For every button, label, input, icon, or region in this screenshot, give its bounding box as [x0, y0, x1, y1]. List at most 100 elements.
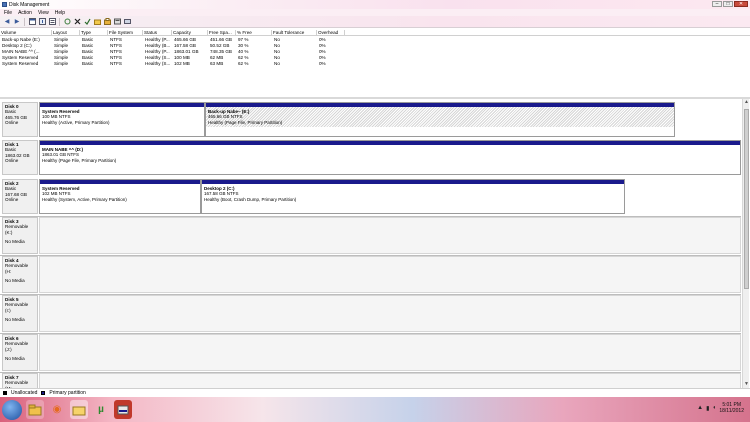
maximize-button[interactable]: □ [723, 1, 733, 7]
volume-free-space: 63 MB [210, 61, 224, 66]
disk-area-1: MAIN NABE ^^ (D:) 1863.01 GB NTFS Health… [39, 140, 741, 175]
disk-info-6[interactable]: Disk 6 Removable (J:) No Media [2, 334, 38, 371]
legend-primary-partition: Primary partition [49, 389, 86, 396]
scrollbar-thumb[interactable] [744, 109, 749, 289]
partition-system-reserved[interactable]: System Reserved 100 MB NTFS Healthy (Act… [39, 102, 205, 137]
disk-info-0[interactable]: Disk 0 Basic 465.76 GB Online [2, 102, 38, 137]
volume-capacity: 102 MB [174, 61, 190, 66]
legend-bar: Unallocated Primary partition [0, 388, 750, 396]
scroll-down-arrow-icon[interactable]: ▼ [743, 381, 750, 388]
network-icon[interactable]: ▮ [706, 405, 709, 412]
firefox-icon[interactable]: ◉ [48, 400, 66, 419]
utorrent-icon[interactable]: µ [92, 400, 110, 419]
menu-view[interactable]: View [38, 10, 49, 16]
disk-area-5 [39, 295, 741, 332]
disk-info-1[interactable]: Disk 1 Basic 1863.02 GB Online [2, 140, 38, 175]
column-header-overhead[interactable]: Overhead [317, 30, 345, 36]
disk-status: Online [5, 120, 19, 126]
folder-icon[interactable] [70, 400, 88, 419]
partition-status: Healthy (Active, Primary Partition) [42, 119, 110, 125]
check-icon[interactable] [83, 18, 91, 26]
scroll-up-arrow-icon[interactable]: ▲ [743, 99, 750, 106]
disk-type: Removable (K:) [5, 224, 29, 235]
column-header-layout[interactable]: Layout [52, 30, 80, 36]
disk-type: Removable (I:) [5, 302, 29, 313]
open-folder-icon[interactable] [93, 18, 101, 26]
start-button[interactable] [2, 399, 22, 420]
volume-type: Basic [82, 61, 94, 66]
disk-status: Online [5, 158, 19, 164]
forward-arrow-icon[interactable]: ▶ [13, 18, 21, 26]
disk-area-4 [39, 256, 741, 293]
taskbar: ◉ µ ▲ ▮ ◖ 5:01 PM 18/11/2012 [0, 397, 750, 422]
volume-row[interactable]: System Reserved Simple Basic NTFS Health… [0, 61, 750, 67]
volume-file-system: NTFS [110, 61, 122, 66]
console-icon[interactable] [28, 18, 36, 26]
column-header-capacity[interactable]: Capacity [172, 30, 208, 36]
disk-management-icon[interactable] [114, 400, 132, 419]
taskbar-clock[interactable]: 5:01 PM 18/11/2012 [719, 402, 744, 414]
disk-graphical-pane: Disk 0 Basic 465.76 GB Online System Res… [0, 99, 750, 388]
menu-bar: File Action View Help [0, 9, 750, 16]
partition-desktop-2[interactable]: Desktop 2 (C:) 167.58 GB NTFS Healthy (B… [201, 179, 625, 214]
disk-info-3[interactable]: Disk 3 Removable (K:) No Media [2, 217, 38, 254]
properties-icon[interactable] [48, 18, 56, 26]
back-arrow-icon[interactable]: ◀ [3, 18, 11, 26]
disk-row-1: Disk 1 Basic 1863.02 GB Online MAIN NABE… [0, 140, 741, 175]
disk-row-6: Disk 6 Removable (J:) No Media [0, 334, 741, 371]
partition-backup-nabe[interactable]: Back-up Nabe~ (E:) 465.66 GB NTFS Health… [205, 102, 675, 137]
refresh-icon[interactable] [63, 18, 71, 26]
partition-main-nabe[interactable]: MAIN NABE ^^ (D:) 1863.01 GB NTFS Health… [39, 140, 741, 175]
disk-row-0: Disk 0 Basic 465.76 GB Online System Res… [0, 102, 741, 137]
delete-icon[interactable] [73, 18, 81, 26]
disk-row-3: Disk 3 Removable (K:) No Media [0, 217, 741, 254]
help-icon[interactable] [38, 18, 46, 26]
tray-up-arrow-icon[interactable]: ▲ [697, 405, 703, 412]
partition-status: Healthy (System, Active, Primary Partiti… [42, 196, 127, 202]
disk-row-7: Disk 7 Removable (M: [0, 373, 741, 388]
format-icon[interactable] [113, 18, 121, 26]
partition-status: Healthy (Boot, Crash Dump, Primary Parti… [204, 196, 297, 202]
column-header-fault-tolerance[interactable]: Fault Tolerance [272, 30, 317, 36]
disk-icon[interactable] [123, 18, 131, 26]
disk-area-3 [39, 217, 741, 254]
disk-status: No Media [5, 356, 25, 362]
volume-status: Healthy (S... [145, 61, 171, 66]
close-button[interactable]: ✕ [734, 1, 748, 7]
column-header-type[interactable]: Type [80, 30, 108, 36]
disk-info-5[interactable]: Disk 5 Removable (I:) No Media [2, 295, 38, 332]
vertical-scrollbar[interactable]: ▲ ▼ [742, 99, 749, 388]
clock-date: 18/11/2012 [719, 408, 744, 414]
minimize-button[interactable]: – [712, 1, 722, 7]
disk-info-4[interactable]: Disk 4 Removable (H: No Media [2, 256, 38, 293]
volume-percent-free: 62 % [238, 61, 249, 66]
volume-list-header: Volume Layout Type File System Status Ca… [0, 30, 750, 36]
toolbar-separator [24, 17, 25, 26]
disk-status: Online [5, 197, 19, 203]
volume-list: Volume Layout Type File System Status Ca… [0, 29, 750, 97]
legend-unallocated: Unallocated [11, 389, 38, 396]
disk-area-6 [39, 334, 741, 371]
explore-icon[interactable] [103, 18, 111, 26]
column-header-volume[interactable]: Volume [0, 30, 52, 36]
volume-icon[interactable]: ◖ [712, 405, 716, 412]
disk-info-7[interactable]: Disk 7 Removable (M: [2, 373, 38, 388]
menu-help[interactable]: Help [55, 10, 65, 16]
column-header-status[interactable]: Status [143, 30, 172, 36]
partition-system-reserved[interactable]: System Reserved 102 MB NTFS Healthy (Sys… [39, 179, 201, 214]
partition-status: Healthy (Page File, Primary Partition) [208, 119, 283, 125]
volume-name: System Reserved [2, 61, 39, 66]
disk-type: Removable (H: [5, 263, 29, 274]
column-header-free-space[interactable]: Free Spa... [208, 30, 236, 36]
primary-partition-swatch-icon [41, 390, 46, 395]
disk-type: Removable (M: [5, 380, 29, 388]
disk-info-2[interactable]: Disk 2 Basic 167.68 GB Online [2, 179, 38, 214]
windows-explorer-icon[interactable] [26, 400, 44, 419]
disk-status: No Media [5, 278, 25, 284]
column-header-percent-free[interactable]: % Free [236, 30, 272, 36]
disk-management-app-icon [2, 2, 7, 7]
menu-file[interactable]: File [4, 10, 12, 16]
column-header-file-system[interactable]: File System [108, 30, 143, 36]
menu-action[interactable]: Action [18, 10, 32, 16]
disk-area-2: System Reserved 102 MB NTFS Healthy (Sys… [39, 179, 741, 214]
